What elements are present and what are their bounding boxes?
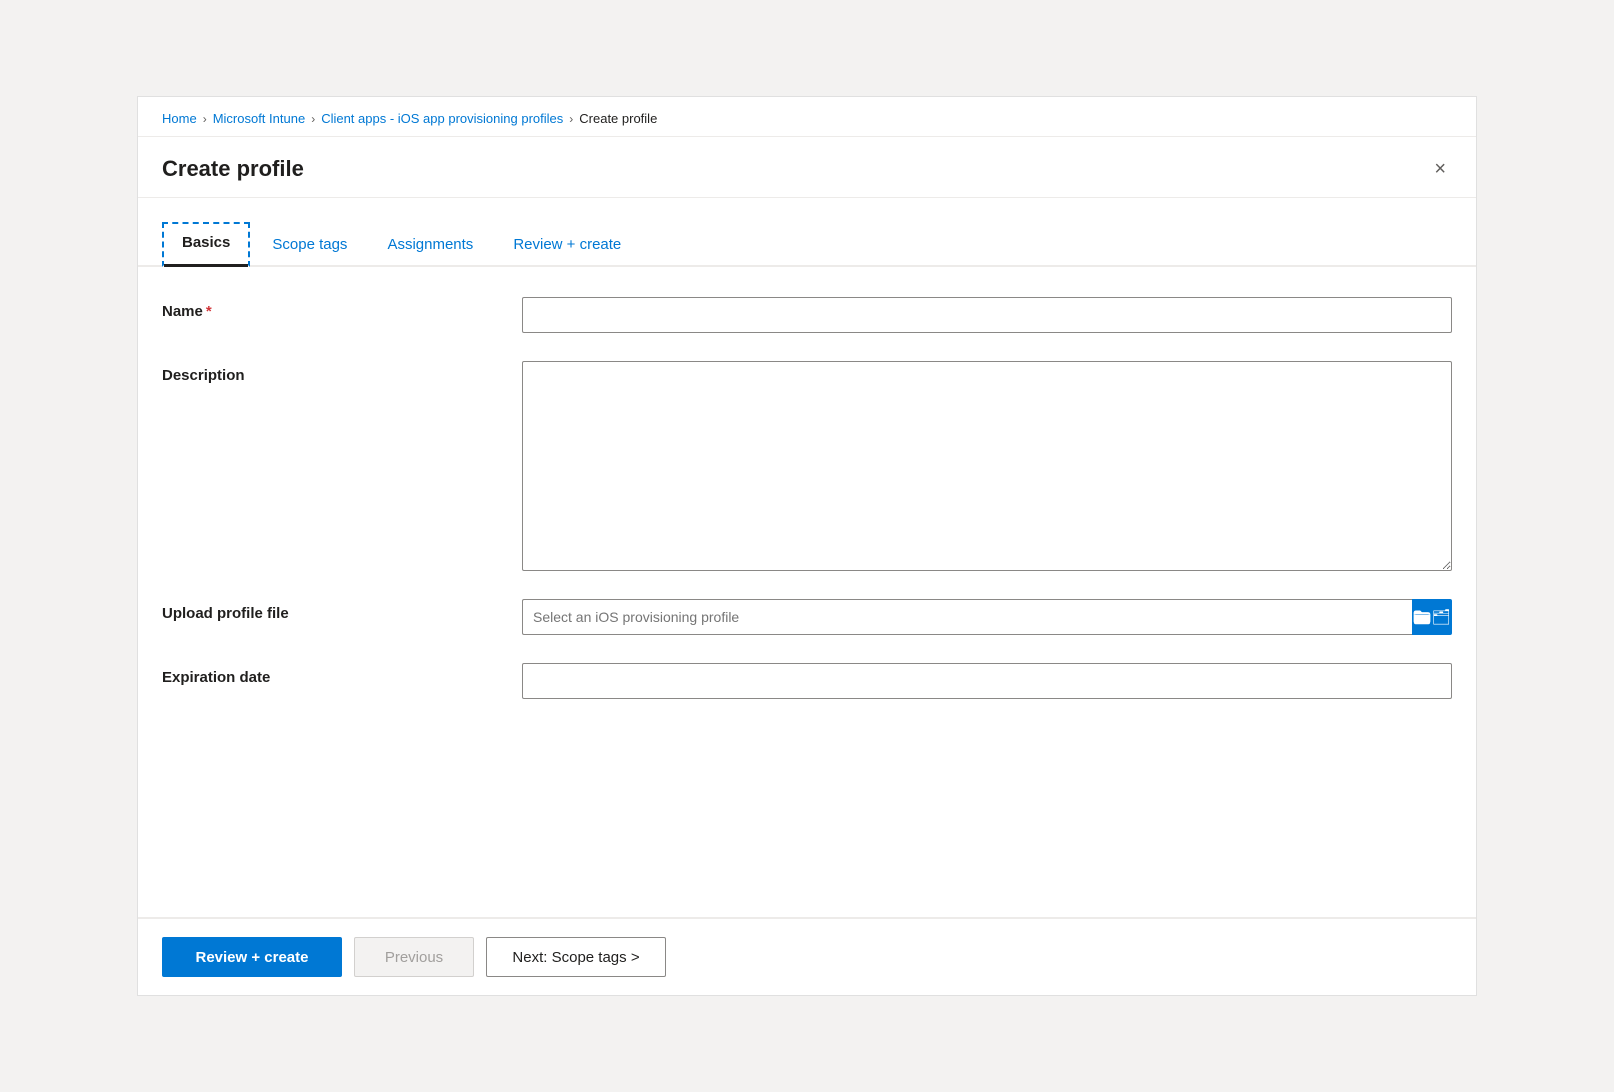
breadcrumb-sep-1: › <box>203 112 207 126</box>
tabs-row: Basics Scope tags Assignments Review + c… <box>138 222 1476 267</box>
name-label: Name* <box>162 297 522 320</box>
upload-browse-button[interactable]: 🗂 <box>1412 599 1452 635</box>
header-row: Create profile × <box>138 137 1476 198</box>
form-area: Name* Description Upload profile file <box>138 267 1476 917</box>
upload-input[interactable] <box>522 599 1412 635</box>
upload-icon-text: 🗂 <box>1431 608 1450 626</box>
tab-assignments[interactable]: Assignments <box>369 226 491 265</box>
name-input[interactable] <box>522 297 1452 333</box>
name-row: Name* <box>162 297 1452 333</box>
breadcrumb-current: Create profile <box>579 111 657 126</box>
breadcrumb-home[interactable]: Home <box>162 111 197 126</box>
upload-row: Upload profile file 🗂 <box>162 599 1452 635</box>
expiration-label: Expiration date <box>162 663 522 686</box>
page-title: Create profile <box>162 156 304 182</box>
next-button[interactable]: Next: Scope tags > <box>486 937 666 977</box>
breadcrumb-intune[interactable]: Microsoft Intune <box>213 111 306 126</box>
previous-button: Previous <box>354 937 474 977</box>
breadcrumb-sep-2: › <box>311 112 315 126</box>
breadcrumb: Home › Microsoft Intune › Client apps - … <box>138 97 1476 137</box>
create-profile-panel: Home › Microsoft Intune › Client apps - … <box>137 96 1477 996</box>
description-input[interactable] <box>522 361 1452 571</box>
folder-icon <box>1413 608 1431 626</box>
tab-scope-tags[interactable]: Scope tags <box>254 226 365 265</box>
upload-wrapper: 🗂 <box>522 599 1452 635</box>
name-required-star: * <box>206 303 212 320</box>
tab-review-create[interactable]: Review + create <box>495 226 639 265</box>
tab-basics[interactable]: Basics <box>162 222 250 267</box>
breadcrumb-sep-3: › <box>569 112 573 126</box>
expiration-row: Expiration date <box>162 663 1452 699</box>
close-button[interactable]: × <box>1428 155 1452 183</box>
upload-label: Upload profile file <box>162 599 522 622</box>
description-label: Description <box>162 361 522 384</box>
review-create-button[interactable]: Review + create <box>162 937 342 977</box>
expiration-input[interactable] <box>522 663 1452 699</box>
breadcrumb-client-apps[interactable]: Client apps - iOS app provisioning profi… <box>321 111 563 126</box>
description-row: Description <box>162 361 1452 571</box>
footer-bar: Review + create Previous Next: Scope tag… <box>138 917 1476 995</box>
